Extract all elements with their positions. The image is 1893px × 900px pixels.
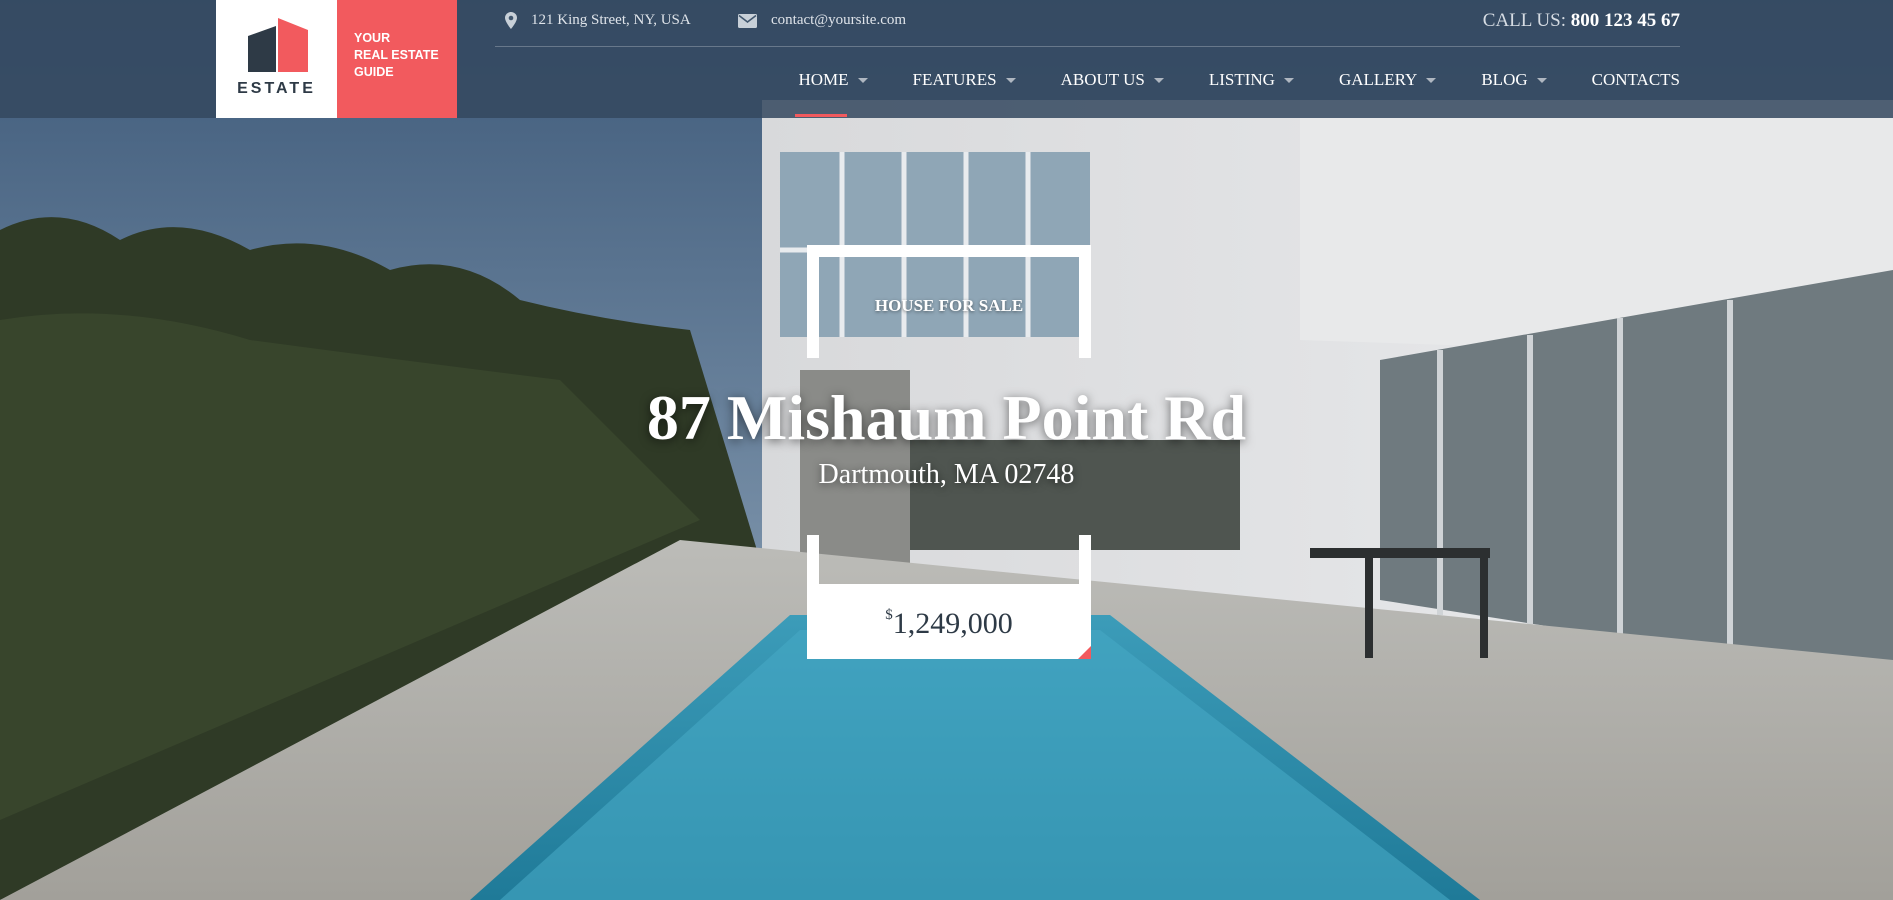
nav-gallery[interactable]: GALLERY <box>1338 70 1437 90</box>
call-us[interactable]: CALL US: 800 123 45 67 <box>1483 10 1680 32</box>
nav-about-us[interactable]: ABOUT US <box>1061 70 1164 90</box>
map-pin-icon <box>505 12 517 29</box>
main-nav: HOME FEATURES ABOUT US LISTING GALLERY B… <box>753 70 1680 117</box>
caret-down-icon <box>1283 77 1294 83</box>
caret-down-icon <box>857 77 868 83</box>
email-link[interactable]: contact@yoursite.com <box>771 12 906 29</box>
nav-label: HOME <box>798 70 849 89</box>
listing-city: Dartmouth, MA 02748 <box>818 459 1075 490</box>
listing-address[interactable]: 87 Mishaum Point Rd <box>0 381 1893 455</box>
caret-down-icon <box>1536 77 1547 83</box>
call-label: CALL US: <box>1482 10 1566 31</box>
contact-address: 121 King Street, NY, USA <box>505 12 691 29</box>
contact-email[interactable]: contact@yoursite.com <box>738 12 906 29</box>
price-currency: $ <box>885 607 893 623</box>
nav-label: GALLERY <box>1338 70 1418 89</box>
caret-down-icon <box>1426 77 1437 83</box>
nav-label: LISTING <box>1208 70 1275 89</box>
nav-label: FEATURES <box>912 70 997 89</box>
nav-listing[interactable]: LISTING <box>1209 70 1294 90</box>
logo-mark-panel: ESTATE <box>216 0 337 118</box>
site-header: ESTATE YOUR REAL ESTATE GUIDE 121 King S… <box>0 0 1893 118</box>
nav-label: ABOUT US <box>1060 70 1145 89</box>
address-text: 121 King Street, NY, USA <box>531 12 691 28</box>
logo-tagline-panel: YOUR REAL ESTATE GUIDE <box>337 0 457 118</box>
nav-contacts[interactable]: CONTACTS <box>1592 70 1680 90</box>
listing-status-badge: HOUSE FOR SALE <box>874 296 1024 315</box>
caret-down-icon <box>1005 77 1016 83</box>
listing-frame-bottom <box>807 535 1091 585</box>
logo-wordmark: ESTATE <box>237 80 316 97</box>
nav-home[interactable]: HOME <box>795 70 868 117</box>
site-logo[interactable]: ESTATE YOUR REAL ESTATE GUIDE <box>216 0 457 118</box>
price-corner-accent <box>1078 646 1091 659</box>
contact-bar: 121 King Street, NY, USA contact@yoursit… <box>495 0 1680 47</box>
logo-tagline-line: REAL ESTATE <box>354 48 439 62</box>
phone-number[interactable]: 800 123 45 67 <box>1571 10 1680 31</box>
envelope-icon <box>738 13 757 28</box>
logo-tagline-line: GUIDE <box>354 65 394 79</box>
nav-features[interactable]: FEATURES <box>913 70 1016 90</box>
nav-label: CONTACTS <box>1591 70 1680 89</box>
house-logo-icon <box>248 18 308 72</box>
nav-blog[interactable]: BLOG <box>1481 70 1547 90</box>
active-indicator <box>795 114 848 117</box>
caret-down-icon <box>1153 77 1164 83</box>
listing-price[interactable]: $1,249,000 <box>807 584 1091 659</box>
logo-tagline-line: YOUR <box>354 31 391 45</box>
price-value: 1,249,000 <box>892 607 1013 640</box>
nav-label: BLOG <box>1481 70 1528 89</box>
